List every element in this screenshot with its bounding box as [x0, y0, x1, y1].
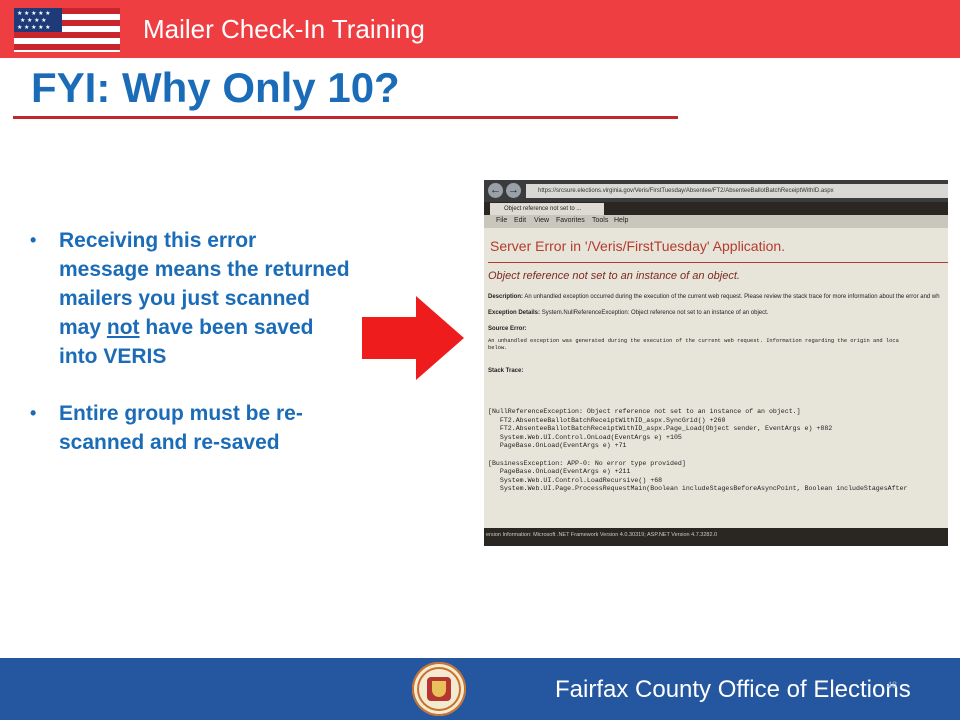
error-subtitle: Object reference not set to an instance …: [488, 270, 740, 282]
version-info: ersion Information: Microsoft .NET Frame…: [484, 528, 948, 546]
bullet-list: • Receiving this error message means the…: [30, 226, 350, 485]
menu-view: View: [534, 217, 550, 224]
bullet-text: Entire group must be re-scanned and re-s…: [59, 402, 303, 454]
source-text: An unhandled exception was generated dur…: [488, 338, 899, 351]
slide-title: FYI: Why Only 10?: [31, 64, 400, 111]
bullet-emphasis: not: [106, 316, 140, 339]
source-label: Source Error:: [488, 326, 527, 332]
menu-tools: Tools: [592, 217, 609, 224]
error-divider: [488, 262, 948, 263]
error-screenshot: ← → https://srcsure.elections.virginia.g…: [484, 180, 948, 546]
menu-edit: Edit: [514, 217, 527, 224]
bullet-icon: •: [30, 230, 37, 250]
us-flag-icon: ★ ★ ★ ★ ★ ★ ★ ★ ★ ★ ★ ★ ★ ★: [14, 8, 120, 52]
back-icon: ←: [488, 183, 503, 198]
forward-icon: →: [506, 183, 521, 198]
right-arrow-icon: [362, 296, 464, 380]
menu-help: Help: [614, 217, 629, 224]
bullet-icon: •: [30, 403, 37, 423]
browser-toolbar: ← → https://srcsure.elections.virginia.g…: [484, 180, 948, 202]
menu-favorites: Favorites: [556, 217, 585, 224]
footer-organization: Fairfax County Office of Elections: [555, 676, 911, 703]
bullet-item: • Entire group must be re-scanned and re…: [30, 399, 350, 457]
county-seal-icon: [412, 662, 466, 716]
title-underline: [13, 116, 678, 119]
description-line: Description: An unhandled exception occu…: [488, 294, 940, 300]
error-title: Server Error in '/Veris/FirstTuesday' Ap…: [490, 238, 786, 254]
address-bar: https://srcsure.elections.virginia.gov/V…: [526, 184, 948, 198]
exception-line: Exception Details: System.NullReferenceE…: [488, 310, 769, 316]
browser-tab: Object reference not set to ...: [490, 203, 604, 215]
stack-label: Stack Trace:: [488, 368, 524, 374]
header-bar: ★ ★ ★ ★ ★ ★ ★ ★ ★ ★ ★ ★ ★ ★ Mailer Check…: [0, 0, 960, 58]
header-title: Mailer Check-In Training: [143, 14, 425, 44]
stack-trace: [NullReferenceException: Object referenc…: [488, 408, 908, 493]
menu-file: File: [496, 217, 508, 224]
page-number: 48: [887, 680, 898, 690]
browser-menubar: File Edit View Favorites Tools Help: [484, 215, 948, 228]
bullet-item: • Receiving this error message means the…: [30, 226, 350, 371]
